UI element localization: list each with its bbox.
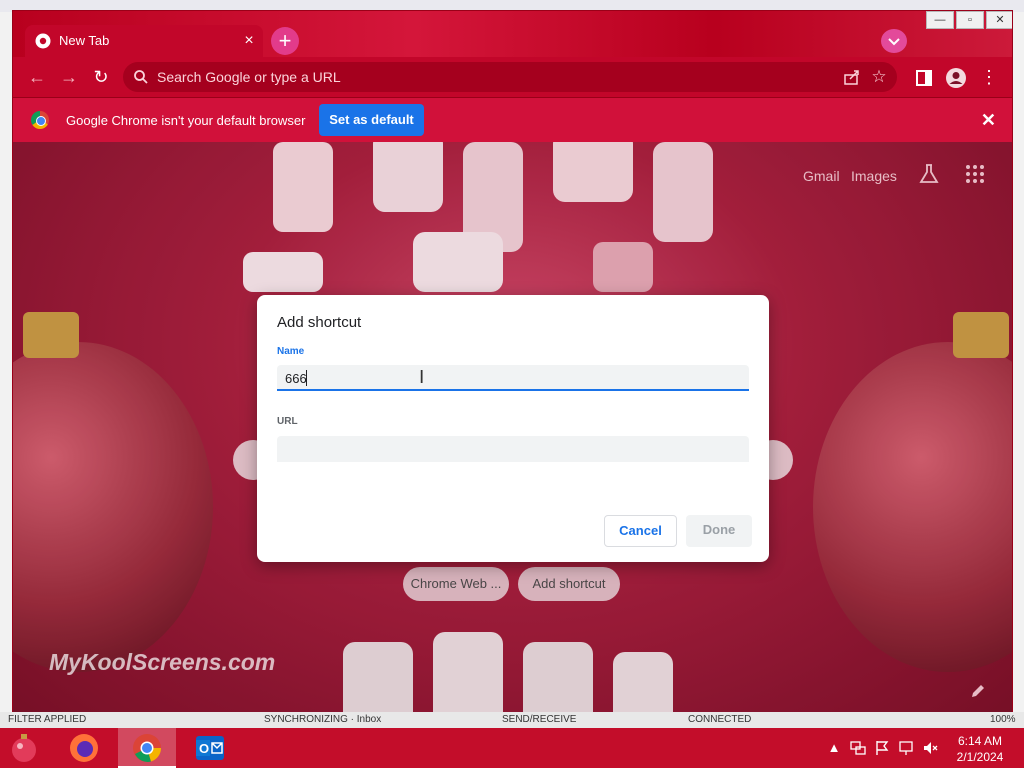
start-ornament-icon[interactable]: [8, 732, 40, 764]
omnibox-placeholder: Search Google or type a URL: [157, 69, 341, 85]
search-icon: [134, 70, 148, 84]
clock-date: 2/1/2024: [956, 750, 1004, 764]
taskbar-clock[interactable]: 6:14 AM 2/1/2024: [948, 733, 1012, 765]
toolbar: ← → ↻ Search Google or type a URL ☆ ⋮: [13, 57, 1012, 97]
background-status-bar: FILTER APPLIED SYNCHRONIZING · Inbox SEN…: [0, 712, 1024, 728]
share-icon[interactable]: [843, 68, 861, 86]
omnibox[interactable]: Search Google or type a URL ☆: [123, 62, 897, 92]
chevron-down-icon: [888, 38, 900, 46]
action-center-flag-icon[interactable]: [874, 740, 890, 756]
chrome-taskbar-icon[interactable]: [131, 732, 163, 764]
network-icon[interactable]: [850, 740, 866, 756]
tab-new-tab[interactable]: New Tab ×: [25, 25, 263, 57]
close-window-button[interactable]: ✕: [986, 11, 1012, 29]
tab-close-icon[interactable]: ×: [239, 31, 259, 51]
cancel-button[interactable]: Cancel: [604, 515, 677, 547]
chrome-menu-icon[interactable]: ⋮: [977, 65, 1001, 89]
name-input[interactable]: 666: [277, 365, 749, 391]
set-as-default-button[interactable]: Set as default: [319, 104, 424, 136]
infobar-close-icon[interactable]: ✕: [981, 110, 996, 131]
tab-strip: New Tab × + — ▫ ✕: [13, 11, 1012, 57]
wired-network-icon[interactable]: [898, 740, 914, 756]
side-panel-icon[interactable]: [913, 67, 935, 89]
chrome-window: New Tab × + — ▫ ✕ ← → ↻ Search Google or…: [12, 10, 1013, 718]
svg-text:O: O: [199, 741, 209, 756]
add-shortcut-dialog: Add shortcut Name 666 I URL Cancel Done: [257, 295, 769, 562]
firefox-icon[interactable]: [68, 732, 100, 764]
background-window-edge-left: [0, 12, 12, 718]
name-input-value: 666: [285, 371, 307, 386]
google-chrome-logo-icon: [31, 111, 49, 129]
tab-search-button[interactable]: [881, 29, 907, 53]
text-caret: [306, 370, 307, 386]
status-connected: CONNECTED: [688, 714, 752, 725]
name-field-label: Name: [277, 346, 305, 357]
status-zoom: 100%: [990, 714, 1016, 725]
infobar-message: Google Chrome isn't your default browser: [66, 113, 306, 128]
taskbar: O ▲ 6:14 AM 2/1/2024: [0, 728, 1024, 768]
reload-button[interactable]: ↻: [89, 65, 113, 89]
dialog-title: Add shortcut: [277, 314, 362, 331]
volume-muted-icon[interactable]: [922, 740, 938, 756]
tab-title: New Tab: [59, 33, 110, 48]
window-controls: — ▫ ✕: [924, 11, 1012, 31]
minimize-button[interactable]: —: [926, 11, 954, 29]
status-filter: FILTER APPLIED: [8, 714, 87, 725]
forward-button[interactable]: →: [57, 65, 81, 89]
outlook-icon[interactable]: O: [194, 732, 226, 764]
done-button[interactable]: Done: [686, 515, 752, 547]
status-sync: SYNCHRONIZING · Inbox: [264, 714, 382, 725]
back-button[interactable]: ←: [25, 65, 49, 89]
mouse-ibeam-cursor-icon: I: [419, 367, 425, 388]
status-sendrecv: SEND/RECEIVE: [502, 714, 577, 725]
clock-time: 6:14 AM: [957, 734, 1003, 748]
bookmark-star-icon[interactable]: ☆: [869, 67, 889, 87]
background-window-edge-right: [1013, 12, 1024, 718]
show-hidden-icons-chevron-icon[interactable]: ▲: [826, 740, 842, 756]
url-field-label: URL: [277, 416, 298, 427]
profile-avatar-icon[interactable]: [945, 67, 967, 89]
maximize-button[interactable]: ▫: [956, 11, 984, 29]
chrome-favicon-icon: [35, 33, 51, 49]
new-tab-button[interactable]: +: [271, 27, 299, 55]
default-browser-infobar: Google Chrome isn't your default browser…: [13, 97, 1012, 142]
url-input[interactable]: [277, 436, 749, 462]
